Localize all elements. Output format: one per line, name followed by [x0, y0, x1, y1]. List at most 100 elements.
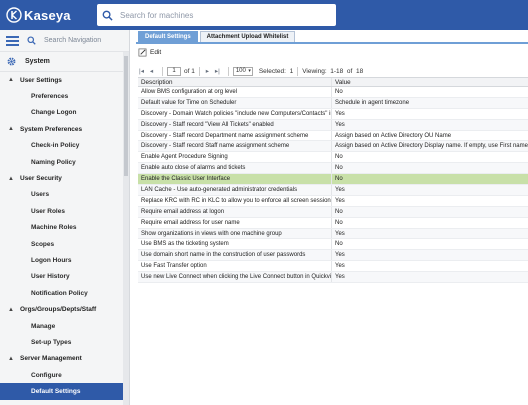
table-row[interactable]: Enable the Classic User Interface No — [138, 174, 528, 186]
table-row[interactable]: Enable Agent Procedure Signing No — [138, 152, 528, 164]
machine-search-input[interactable] — [120, 10, 320, 20]
cell-description: Default value for Time on Scheduler — [138, 97, 332, 108]
nav-group[interactable]: ▲ System Preferences — [0, 121, 129, 137]
gear-icon — [6, 56, 17, 67]
page-number-input[interactable]: 1 — [167, 66, 181, 76]
caret-up-icon: ▲ — [8, 306, 14, 313]
cell-description: Enable auto close of alarms and tickets — [138, 163, 332, 174]
table-row[interactable]: Discovery - Staff record "View All Ticke… — [138, 119, 528, 131]
tab[interactable]: Default Settings — [138, 31, 198, 42]
table-row[interactable]: Discovery - Staff record Staff name assi… — [138, 141, 528, 153]
selected-count: 1 — [289, 67, 294, 75]
nav-item-label: Users — [31, 191, 50, 199]
table-row[interactable]: Show organizations in views with one mac… — [138, 228, 528, 240]
table-row[interactable]: Enable auto close of alarms and tickets N… — [138, 163, 528, 175]
cell-value: No — [335, 176, 343, 183]
cell-description: Use new Live Connect when clicking the L… — [138, 272, 332, 283]
pager-divider — [198, 66, 200, 76]
table-row[interactable]: Use domain short name in the constructio… — [138, 250, 528, 262]
total-count: 18 — [355, 67, 364, 75]
module-label: System — [25, 58, 50, 65]
pager-divider — [162, 66, 163, 76]
cell-description: Discovery - Staff record "View All Ticke… — [138, 119, 332, 130]
edit-icon[interactable] — [138, 48, 147, 57]
pager-divider — [297, 66, 299, 76]
caret-up-icon: ▲ — [8, 77, 14, 84]
tab-strip: Default Settings Attachment Upload Whitel… — [138, 30, 528, 42]
kaseya-logo-icon — [6, 7, 22, 23]
nav-item[interactable]: Change Logon — [0, 105, 129, 121]
last-page-icon[interactable]: ▸| — [214, 67, 221, 75]
kaseya-logo[interactable]: Kaseya — [6, 7, 71, 23]
cell-description: Show organizations in views with one mac… — [138, 228, 332, 239]
nav-item[interactable]: Check-in Policy — [0, 138, 129, 154]
nav-group[interactable]: ▲ Orgs/Groups/Depts/Staff — [0, 301, 129, 317]
table-row[interactable]: LAN Cache - Use auto-generated administr… — [138, 185, 528, 196]
nav-item[interactable]: Naming Policy — [0, 154, 129, 170]
cell-description: Enable the Classic User Interface — [138, 174, 332, 185]
table-row[interactable]: Require email address at logon No — [138, 206, 528, 218]
nav-item[interactable]: Set-up Types — [0, 334, 129, 350]
hamburger-menu-icon[interactable] — [6, 35, 19, 46]
nav-item-label: User Settings — [20, 76, 62, 84]
table-row[interactable]: Default value for Time on Scheduler Sched… — [138, 97, 528, 109]
prev-page-icon[interactable]: ◂ — [148, 67, 155, 75]
table-row[interactable]: Discovery - Domain Watch policies "inclu… — [138, 108, 528, 120]
cell-value: No — [335, 165, 343, 172]
nav-item[interactable]: Notification Policy — [0, 285, 129, 301]
cell-description: Replace KRC with RC in KLC to allow you … — [138, 195, 332, 206]
edit-button[interactable]: Edit — [150, 49, 161, 56]
nav-search-input[interactable]: Search Navigation — [44, 37, 101, 44]
nav-item[interactable]: User Roles — [0, 203, 129, 219]
cell-description: Use BMS as the ticketing system — [138, 239, 332, 250]
module-system[interactable]: System — [0, 52, 129, 72]
sidebar-scrollbar[interactable] — [123, 52, 129, 405]
cell-value: No — [335, 241, 343, 248]
nav-group[interactable]: ▲ User Security — [0, 170, 129, 186]
nav-item[interactable]: Logon Hours — [0, 252, 129, 268]
table-row[interactable]: Replace KRC with RC in KLC to allow you … — [138, 195, 528, 207]
table-row[interactable]: Require email address for user name No — [138, 217, 528, 229]
nav-item[interactable]: License Manager — [0, 400, 129, 405]
cell-value: Assign based on Active Directory OU Name — [335, 132, 452, 139]
table-row[interactable]: Allow BMS configuration at org level No — [138, 87, 528, 98]
column-header-value[interactable]: Value — [332, 78, 528, 86]
column-header-description[interactable]: Description — [138, 78, 332, 86]
nav-item-label: Change Logon — [31, 109, 77, 117]
cell-description: Use domain short name in the constructio… — [138, 250, 332, 261]
main-content: Default Settings Attachment Upload Whitel… — [131, 30, 528, 405]
cell-description: Discovery - Staff record Staff name assi… — [138, 141, 332, 152]
cell-description: Discovery - Staff record Department name… — [138, 130, 332, 141]
next-page-icon[interactable]: ▸ — [204, 67, 211, 75]
first-page-icon[interactable]: |◂ — [138, 67, 145, 75]
nav-item[interactable]: Scopes — [0, 236, 129, 252]
tab[interactable]: Attachment Upload Whitelist — [199, 31, 296, 42]
table-row[interactable]: Discovery - Staff record Department name… — [138, 130, 528, 142]
grid-header: Description Value — [138, 77, 528, 87]
sidebar-scrollbar-thumb[interactable] — [124, 56, 128, 176]
nav-item[interactable]: Configure — [0, 367, 129, 383]
nav-item-label: Notification Policy — [31, 289, 88, 297]
table-row[interactable]: Use Fast Transfer option Yes — [138, 261, 528, 273]
cell-value: Yes — [335, 274, 345, 281]
cell-value: Yes — [335, 110, 345, 117]
nav-group[interactable]: ▲ Server Management — [0, 351, 129, 367]
nav-item[interactable]: Default Settings — [0, 383, 129, 400]
cell-value: Yes — [335, 197, 345, 204]
nav-group[interactable]: ▲ User Settings — [0, 72, 129, 88]
cell-description: Require email address at logon — [138, 206, 332, 217]
top-bar: Kaseya — [0, 0, 528, 30]
cell-description: Enable Agent Procedure Signing — [138, 152, 332, 163]
nav-item[interactable]: Manage — [0, 318, 129, 334]
page-size-select[interactable]: 100 ▾ — [232, 66, 253, 76]
nav-item[interactable]: User History — [0, 269, 129, 285]
machine-search-box[interactable] — [97, 4, 336, 26]
nav-search-icon — [27, 36, 36, 45]
nav-item[interactable]: Machine Roles — [0, 220, 129, 236]
nav-item[interactable]: Preferences — [0, 88, 129, 104]
table-row[interactable]: Use new Live Connect when clicking the L… — [138, 272, 528, 284]
nav-item[interactable]: Users — [0, 187, 129, 203]
table-row[interactable]: Use BMS as the ticketing system No — [138, 239, 528, 251]
cell-value: Yes — [335, 252, 345, 259]
nav-item-label: Server Management — [20, 355, 82, 363]
